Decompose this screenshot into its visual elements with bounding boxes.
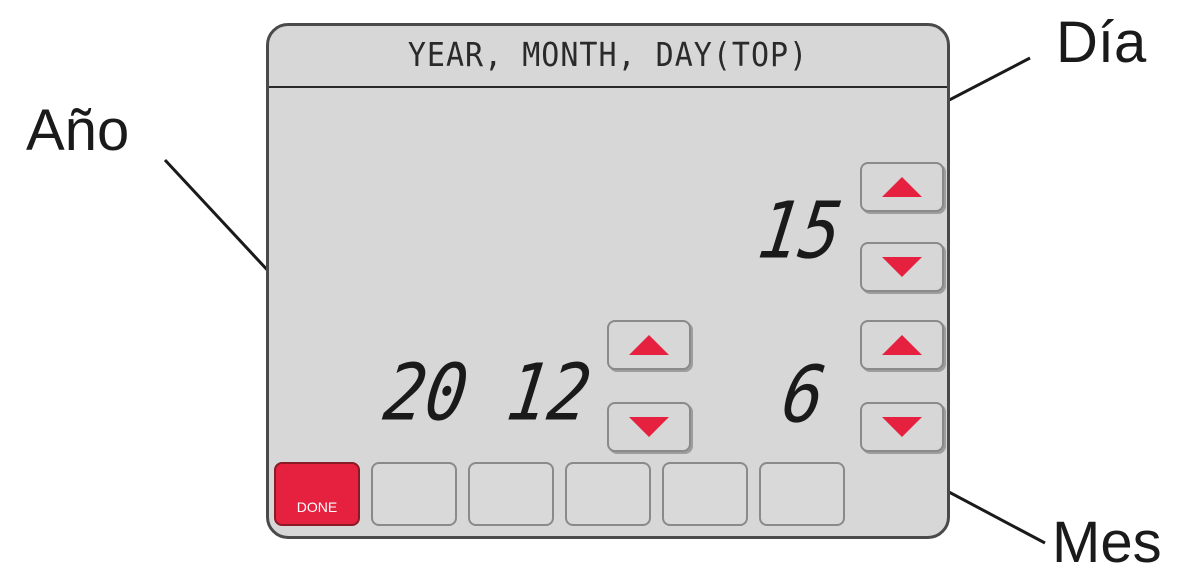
- done-button[interactable]: DONE: [274, 462, 360, 526]
- year-display: 20 12: [378, 348, 597, 439]
- softkey-6[interactable]: [759, 462, 845, 526]
- softkey-5[interactable]: [662, 462, 748, 526]
- up-arrow-icon: [882, 335, 922, 355]
- month-up-button[interactable]: [860, 320, 944, 370]
- month-display: 6: [776, 350, 831, 441]
- title-divider: [269, 86, 947, 88]
- day-down-button[interactable]: [860, 242, 944, 292]
- up-arrow-icon: [629, 335, 669, 355]
- day-up-button[interactable]: [860, 162, 944, 212]
- softkey-3[interactable]: [468, 462, 554, 526]
- day-callout: Día: [1056, 10, 1147, 75]
- up-arrow-icon: [882, 177, 922, 197]
- month-down-button[interactable]: [860, 402, 944, 452]
- softkey-4[interactable]: [565, 462, 651, 526]
- softkey-2[interactable]: [371, 462, 457, 526]
- year-up-button[interactable]: [607, 320, 691, 370]
- down-arrow-icon: [882, 257, 922, 277]
- down-arrow-icon: [629, 417, 669, 437]
- thermostat-screen: YEAR, MONTH, DAY(TOP) 20 12 15 6 DONE: [266, 23, 950, 539]
- year-down-button[interactable]: [607, 402, 691, 452]
- done-label: DONE: [296, 499, 338, 515]
- month-callout: Mes: [1052, 510, 1162, 575]
- screen-title: YEAR, MONTH, DAY(TOP): [407, 36, 809, 75]
- down-arrow-icon: [882, 417, 922, 437]
- year-callout: Año: [26, 98, 130, 163]
- day-display: 15: [752, 186, 848, 277]
